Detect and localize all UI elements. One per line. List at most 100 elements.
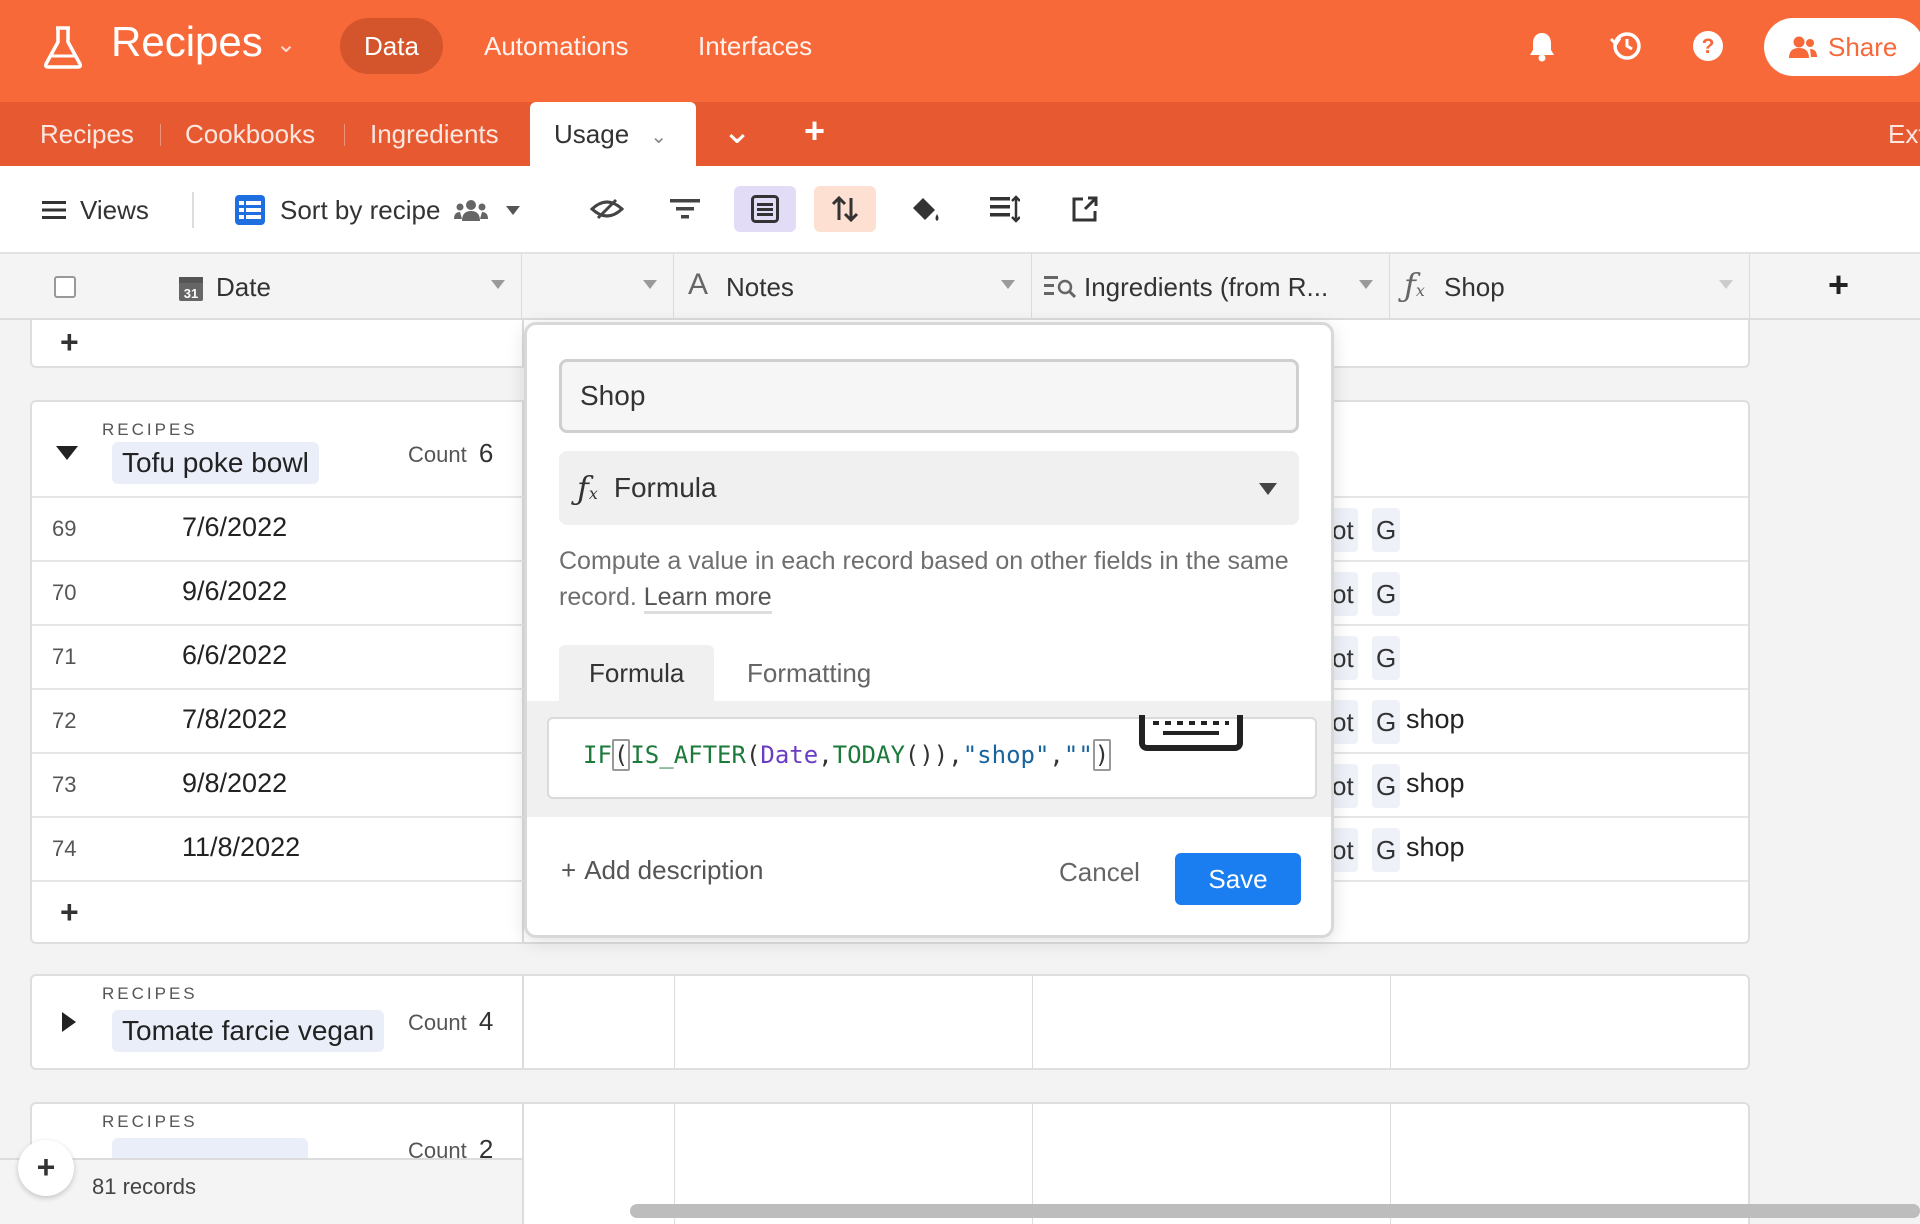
- horizontal-scrollbar[interactable]: [630, 1204, 1920, 1218]
- row-height-icon[interactable]: [974, 186, 1036, 232]
- extensions-tab[interactable]: Ext: [1888, 102, 1920, 166]
- formula-token: ,: [948, 741, 963, 769]
- shop-cell[interactable]: shop: [1406, 832, 1465, 863]
- save-button[interactable]: Save: [1175, 853, 1301, 905]
- group-field-label: RECIPES: [102, 420, 198, 439]
- col-menu-caret-icon[interactable]: [643, 280, 657, 289]
- share-view-icon[interactable]: [1054, 186, 1116, 232]
- column-divider: [1032, 976, 1033, 1068]
- base-title[interactable]: Recipes: [111, 18, 263, 66]
- tab-formatting[interactable]: Formatting: [717, 645, 901, 701]
- formula-token: TODAY: [832, 741, 905, 769]
- flask-icon[interactable]: [38, 22, 88, 72]
- add-record-button[interactable]: +: [18, 1140, 74, 1196]
- sort-icon[interactable]: [814, 186, 876, 232]
- col-menu-caret-icon[interactable]: [1359, 280, 1373, 289]
- add-description-button[interactable]: + Add description: [561, 855, 763, 886]
- count-label: Count: [408, 1010, 467, 1035]
- col-hidden-header[interactable]: [522, 254, 674, 320]
- color-icon[interactable]: [894, 186, 956, 232]
- row-number: 70: [52, 580, 77, 605]
- column-divider: [674, 976, 675, 1068]
- history-icon[interactable]: [1606, 26, 1646, 66]
- plus-icon: +: [561, 855, 577, 885]
- col-shop-header[interactable]: ƒx Shop: [1390, 254, 1750, 320]
- date-cell[interactable]: 9/8/2022: [182, 768, 287, 799]
- row-number: 72: [52, 708, 77, 733]
- nav-interfaces[interactable]: Interfaces: [674, 18, 836, 74]
- add-description-label: Add description: [584, 855, 764, 885]
- grid-footer: 81 records: [0, 1158, 522, 1224]
- select-all-checkbox[interactable]: [54, 276, 76, 298]
- formula-editor[interactable]: IF(IS_AFTER(Date,TODAY()),"shop",""): [547, 715, 1317, 799]
- field-type-select[interactable]: ƒx Formula: [559, 451, 1299, 525]
- more-tables-chevron-icon[interactable]: ⌄: [722, 110, 752, 152]
- nav-automations[interactable]: Automations: [460, 18, 653, 74]
- views-label: Views: [80, 194, 149, 225]
- ingredient-chip: G: [1372, 700, 1401, 744]
- formula-token: IF: [583, 741, 612, 769]
- group-field-label: RECIPES: [102, 1112, 198, 1131]
- view-toolbar: Views Sort by recipe: [0, 166, 1920, 254]
- tab-ingredients[interactable]: Ingredients: [370, 102, 499, 166]
- shop-cell[interactable]: shop: [1406, 704, 1465, 735]
- col-notes-header[interactable]: A Notes: [674, 254, 1032, 320]
- tab-divider: [344, 124, 345, 146]
- col-menu-caret-icon[interactable]: [1719, 280, 1733, 289]
- view-menu-caret-icon[interactable]: [506, 205, 521, 215]
- field-name-input[interactable]: [559, 359, 1299, 433]
- calendar-icon: 31: [179, 277, 203, 301]
- nav-data[interactable]: Data: [340, 18, 443, 74]
- formula-token: "": [1063, 741, 1093, 769]
- add-field-icon[interactable]: +: [1828, 264, 1849, 306]
- help-icon[interactable]: ?: [1688, 26, 1728, 66]
- col-menu-caret-icon[interactable]: [491, 280, 505, 289]
- view-name: Sort by recipe: [280, 194, 441, 225]
- keyboard-icon[interactable]: [1139, 715, 1243, 751]
- share-button[interactable]: Share: [1764, 18, 1920, 76]
- date-cell[interactable]: 11/8/2022: [182, 832, 300, 863]
- column-divider: [1390, 976, 1391, 1068]
- filter-icon[interactable]: [654, 186, 716, 232]
- base-menu-chevron-icon[interactable]: ⌄: [276, 30, 296, 59]
- row-number: 69: [52, 516, 77, 541]
- svg-text:?: ?: [1702, 35, 1715, 58]
- tab-cookbooks[interactable]: Cookbooks: [185, 102, 315, 166]
- grid-view-icon: [235, 195, 265, 225]
- add-record-icon[interactable]: +: [60, 324, 79, 361]
- date-cell[interactable]: 6/6/2022: [182, 640, 287, 671]
- app-header: Recipes ⌄ Data Automations Interfaces ? …: [0, 0, 1920, 102]
- cancel-button[interactable]: Cancel: [1059, 857, 1140, 888]
- field-editor-dialog: ƒx Formula Compute a value in each recor…: [524, 322, 1334, 938]
- date-cell[interactable]: 7/6/2022: [182, 512, 287, 543]
- col-ingredients-label: Ingredients (from R...: [1084, 272, 1329, 302]
- date-cell[interactable]: 9/6/2022: [182, 576, 287, 607]
- tab-formula[interactable]: Formula: [559, 645, 715, 701]
- bell-icon[interactable]: [1522, 26, 1562, 66]
- add-table-icon[interactable]: +: [804, 110, 825, 152]
- view-switcher[interactable]: Sort by recipe: [234, 188, 521, 232]
- date-cell[interactable]: 7/8/2022: [182, 704, 287, 735]
- formula-token: Date: [760, 741, 819, 769]
- col-menu-caret-icon[interactable]: [1001, 280, 1015, 289]
- collapse-group-icon[interactable]: [56, 446, 78, 460]
- formula-token: IS_AFTER: [630, 741, 746, 769]
- formula-code[interactable]: IF(IS_AFTER(Date,TODAY()),"shop",""): [583, 739, 1112, 771]
- expand-group-icon[interactable]: [62, 1012, 76, 1032]
- learn-more-link[interactable]: Learn more: [643, 583, 772, 614]
- group-icon[interactable]: [734, 186, 796, 232]
- row-number: 73: [52, 772, 77, 797]
- add-record-icon[interactable]: +: [60, 894, 79, 931]
- col-date-header[interactable]: 31 Date: [0, 254, 522, 320]
- count-value: 4: [478, 1006, 494, 1036]
- share-label: Share: [1828, 31, 1898, 62]
- tab-recipes[interactable]: Recipes: [40, 102, 134, 166]
- ingredient-chip: G: [1372, 636, 1401, 680]
- col-ingredients-header[interactable]: Ingredients (from R...: [1032, 254, 1390, 320]
- hide-fields-icon[interactable]: [576, 186, 638, 232]
- views-button[interactable]: Views: [42, 188, 149, 232]
- formula-token: ,: [1049, 741, 1064, 769]
- tab-usage[interactable]: Usage ⌄: [530, 102, 696, 166]
- chevron-down-icon[interactable]: ⌄: [650, 126, 667, 148]
- shop-cell[interactable]: shop: [1406, 768, 1465, 799]
